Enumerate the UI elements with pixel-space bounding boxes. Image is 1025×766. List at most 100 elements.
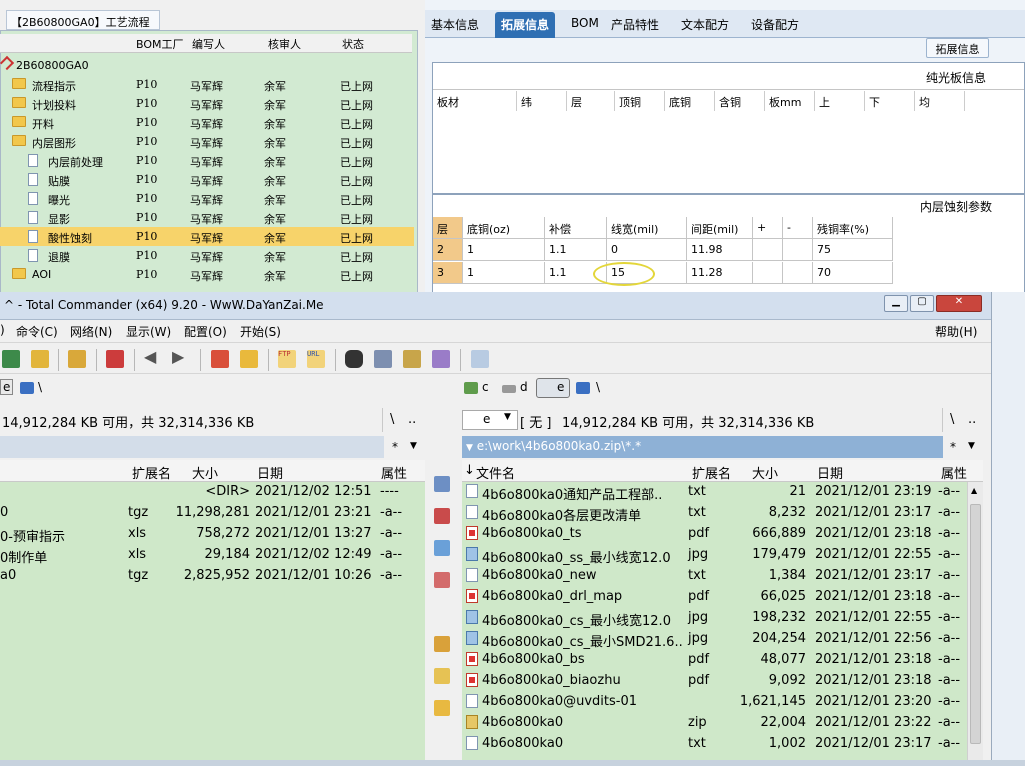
bare-board-col[interactable]: 层: [567, 91, 615, 111]
drive-c[interactable]: c: [482, 380, 489, 394]
copy-names-icon[interactable]: [432, 350, 450, 368]
left-filter[interactable]: * ▼: [390, 436, 425, 458]
etch-cell[interactable]: 3: [433, 262, 463, 284]
right-up-button[interactable]: ..: [968, 412, 976, 427]
file-row[interactable]: 4b6o800ka0_bs pdf 48,077 2021/12/01 23:18 -a…: [462, 650, 967, 671]
bare-board-col[interactable]: 纬: [517, 91, 567, 111]
right-col-date[interactable]: 日期: [817, 463, 843, 482]
etch-cell[interactable]: 1: [463, 262, 545, 284]
right-col-ext[interactable]: 扩展名: [692, 463, 731, 482]
network-drive-icon[interactable]: [20, 382, 34, 394]
drive-e-active[interactable]: e: [536, 378, 570, 398]
refresh-icon[interactable]: [2, 350, 20, 368]
rename-icon[interactable]: [374, 350, 392, 368]
right-col-name[interactable]: 文件名: [476, 463, 515, 482]
etch-cell[interactable]: 70: [813, 262, 893, 284]
file-row[interactable]: 4b6o800ka0_cs_最小SMD21.6.. jpg 204,254 2021/…: [462, 629, 967, 650]
file-row[interactable]: 4b6o800ka0 zip 22,004 2021/12/01 23:22 -a--: [462, 713, 967, 734]
file-row[interactable]: 4b6o800ka0_new txt 1,384 2021/12/01 23:17 -a…: [462, 566, 967, 587]
file-row[interactable]: <DIR> 2021/12/02 12:51 ----: [0, 482, 425, 503]
maximize-button[interactable]: ▢: [910, 295, 934, 312]
tree-view-icon[interactable]: [31, 350, 49, 368]
search-icon[interactable]: [345, 350, 363, 368]
view-icon[interactable]: [434, 476, 450, 492]
right-root[interactable]: \: [596, 380, 600, 394]
tree-row[interactable]: 曝光 P10 马军辉 余军 已上网: [0, 189, 414, 208]
tab-text-recipe[interactable]: 文本配方: [675, 12, 735, 38]
tree-row[interactable]: 计划投料 P10 马军辉 余军 已上网: [0, 94, 414, 113]
tab-equipment-recipe[interactable]: 设备配方: [745, 12, 805, 38]
tree-row[interactable]: 贴膜 P10 马军辉 余军 已上网: [0, 170, 414, 189]
menu-start[interactable]: 开始(S): [240, 323, 281, 340]
bare-board-col[interactable]: 均: [915, 91, 965, 111]
left-drive-e[interactable]: e: [0, 379, 14, 395]
tab-product-features[interactable]: 产品特性: [605, 12, 665, 38]
tree-col-reviewer[interactable]: 核审人: [268, 36, 301, 52]
left-col-size[interactable]: 大小: [192, 463, 218, 482]
file-row[interactable]: 4b6o800ka0_ts pdf 666,889 2021/12/01 23:18-…: [462, 524, 967, 545]
left-root-button[interactable]: \: [390, 412, 394, 427]
etch-cell[interactable]: 11.28: [687, 262, 753, 284]
pack-icon[interactable]: [211, 350, 229, 368]
menu-config[interactable]: 配置(O): [184, 323, 227, 340]
tree-row[interactable]: 酸性蚀刻 P10 马军辉 余军 已上网: [0, 227, 414, 246]
right-col-size[interactable]: 大小: [752, 463, 778, 482]
bare-board-col[interactable]: 顶铜: [615, 91, 665, 111]
edit-icon[interactable]: [434, 508, 450, 524]
etch-cell[interactable]: 75: [813, 239, 893, 261]
etch-cell[interactable]: 2: [433, 239, 463, 261]
scroll-up-icon[interactable]: ▲: [971, 486, 977, 495]
folder-icon[interactable]: [434, 700, 450, 716]
file-row[interactable]: 4b6o800ka0通知产品工程部.. txt 21 2021/12/01 23:19…: [462, 482, 967, 503]
tree-row[interactable]: AOI P10 马军辉 余军 已上网: [0, 265, 414, 284]
file-row[interactable]: 4b6o800ka0_biaozhu pdf 9,092 2021/12/01 23:…: [462, 671, 967, 692]
select-icon[interactable]: [106, 350, 124, 368]
left-up-button[interactable]: ..: [408, 412, 416, 427]
menu-commands[interactable]: 命令(C): [16, 323, 58, 340]
chevron-down-icon[interactable]: ▼: [504, 412, 511, 422]
drive-d[interactable]: d: [520, 380, 528, 394]
tree-row[interactable]: 退膜 P10 马军辉 余军 已上网: [0, 246, 414, 265]
ftp-icon[interactable]: FTP: [278, 350, 296, 368]
bare-board-col[interactable]: 板mm: [765, 91, 815, 111]
tree-col-bom[interactable]: BOM工厂: [136, 36, 184, 52]
etch-cell[interactable]: [783, 239, 813, 261]
menu-help[interactable]: 帮助(H): [935, 323, 977, 340]
tree-col-status[interactable]: 状态: [342, 36, 364, 52]
forward-arrow-icon[interactable]: ▶: [172, 347, 190, 366]
right-root-button[interactable]: \: [950, 412, 954, 427]
bare-board-col[interactable]: 下: [865, 91, 915, 111]
notepad-icon[interactable]: [471, 350, 489, 368]
copy-icon[interactable]: [434, 540, 450, 556]
left-col-ext[interactable]: 扩展名: [132, 463, 171, 482]
file-row[interactable]: 4b6o800ka0_ss_最小线宽12.0 jpg 179,479 2021/12/…: [462, 545, 967, 566]
bare-board-col[interactable]: 上: [815, 91, 865, 111]
etch-cell[interactable]: 1: [463, 239, 545, 261]
file-row[interactable]: 4b6o800ka0各层更改清单 txt 8,232 2021/12/01 23:17…: [462, 503, 967, 524]
file-row[interactable]: 4b6o800ka0@uvdits-01 1,621,145 2021/12/01 …: [462, 692, 967, 713]
left-col-date[interactable]: 日期: [257, 463, 283, 482]
menu-show[interactable]: 显示(W): [126, 323, 171, 340]
left-path-bar[interactable]: [0, 436, 384, 458]
tree-title-tab[interactable]: 【2B60800GA0】工艺流程: [6, 10, 160, 30]
file-row[interactable]: 4b6o800ka0 txt 1,002 2021/12/01 23:17 -a--: [462, 734, 967, 755]
etch-cell[interactable]: 1.1: [545, 239, 607, 261]
network-drive-icon[interactable]: [576, 382, 590, 394]
left-col-attr[interactable]: 属性: [381, 463, 407, 482]
tab-basic-info[interactable]: 基本信息: [425, 12, 485, 38]
extended-info-button[interactable]: 拓展信息: [926, 38, 989, 58]
bare-board-col[interactable]: 板材: [433, 91, 517, 111]
minimize-button[interactable]: ▁: [884, 295, 908, 312]
left-root[interactable]: \: [38, 380, 42, 394]
drive-c-icon[interactable]: [464, 382, 478, 394]
etch-cell[interactable]: [753, 262, 783, 284]
right-filter[interactable]: * ▼: [948, 436, 983, 458]
file-row[interactable]: a0 tgz 2,825,952 2021/12/01 10:26 -a--: [0, 566, 425, 587]
right-path-bar[interactable]: ▼ e:\work\4b6o800ka0.zip\*.*: [462, 436, 943, 458]
right-scrollbar[interactable]: ▲: [967, 482, 983, 760]
file-row[interactable]: 0 tgz 11,298,281 2021/12/01 23:21 -a--: [0, 503, 425, 524]
url-icon[interactable]: URL: [307, 350, 325, 368]
back-arrow-icon[interactable]: ◀: [144, 347, 162, 366]
file-row[interactable]: 0制作单 xls 29,184 2021/12/02 12:49 -a--: [0, 545, 425, 566]
drive-d-icon[interactable]: [502, 385, 516, 393]
